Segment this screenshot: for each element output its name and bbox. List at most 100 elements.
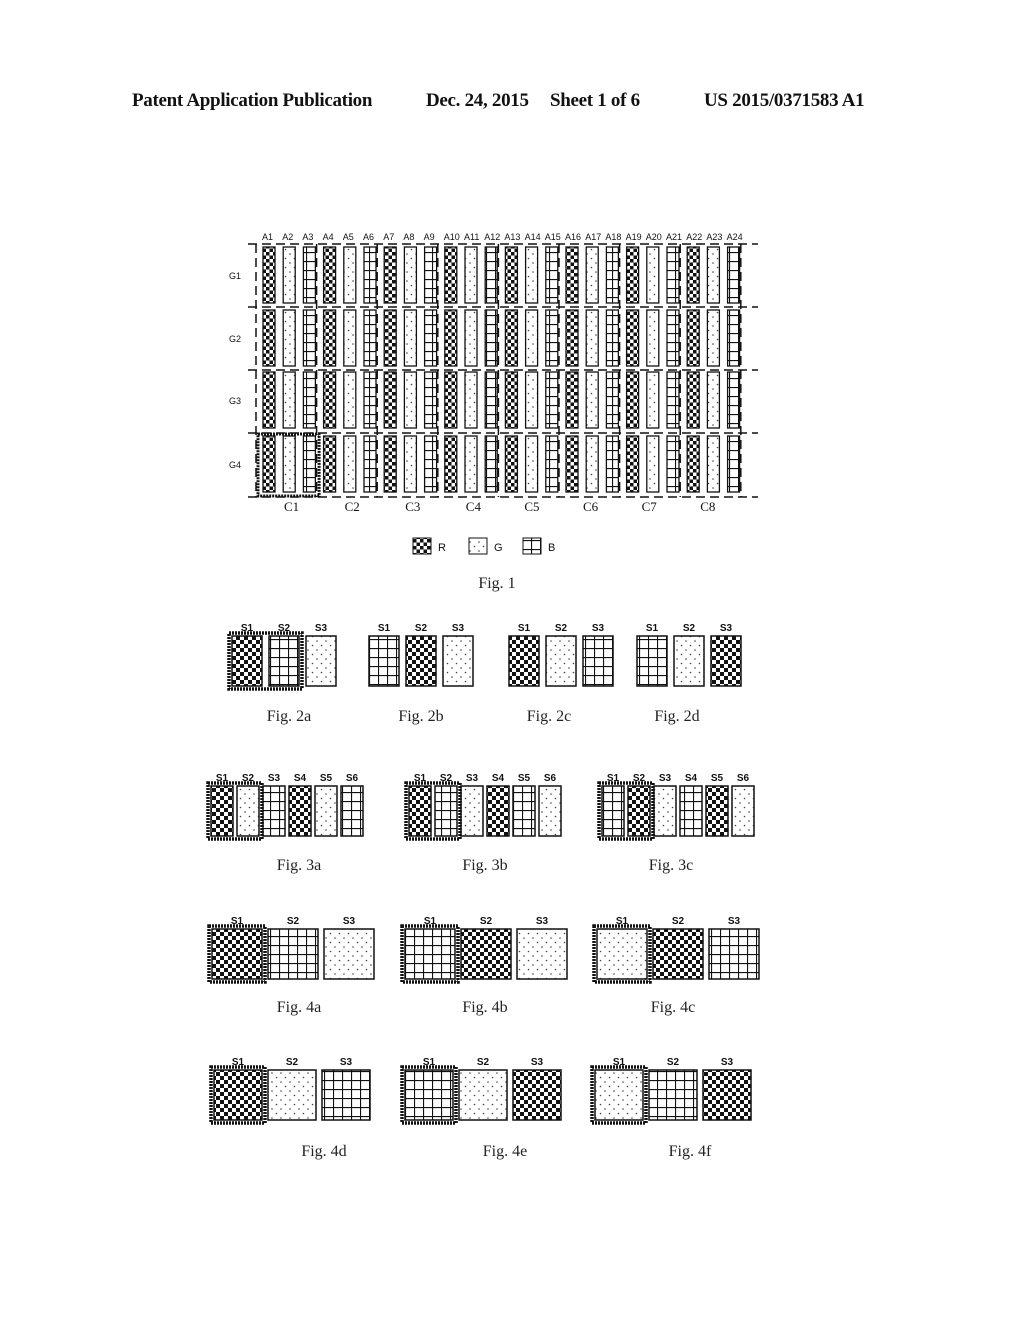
subpixel-blue — [268, 635, 300, 687]
legend-swatch-blue — [522, 537, 542, 555]
subpixel-blue — [434, 785, 458, 837]
subpixel-green — [545, 635, 577, 687]
figure-fig-2a: S1 S2 S3Fig. 2a — [227, 623, 337, 725]
subpixel-red — [288, 785, 312, 837]
subpixel-red — [383, 371, 397, 429]
subpixel-green — [343, 371, 357, 429]
subpixel-red — [702, 1069, 752, 1121]
subpixel-label: S3 — [466, 773, 479, 784]
subpixel-red — [322, 309, 337, 367]
figure-caption: Fig. 4c — [651, 999, 695, 1016]
subpixel-green — [464, 246, 478, 304]
subpixel-green — [305, 635, 337, 687]
legend-label: G — [494, 542, 503, 554]
subpixel-red — [686, 309, 700, 367]
figures-2-to-4: S1 S2 S3Fig. 2aS1 S2 S3Fig. 2bS1 S2 S3Fig. 2cS… — [206, 623, 760, 1160]
figure-caption: Fig. 4b — [462, 999, 507, 1016]
group-label: C7 — [642, 499, 658, 514]
subpixel-blue — [302, 309, 317, 367]
subpixel-blue — [545, 371, 559, 429]
figure-caption: Fig. 4a — [277, 999, 321, 1016]
subpixel-blue — [368, 635, 400, 687]
subpixel-label: S1 — [518, 623, 531, 634]
subpixel-label: S3 — [728, 916, 741, 927]
subpixel-blue — [545, 309, 559, 367]
subpixel-blue — [484, 371, 498, 429]
subpixel-green — [596, 928, 648, 980]
subpixel-blue — [423, 309, 438, 367]
subpixel-label: S1 — [646, 623, 659, 634]
subpixel-green — [646, 435, 660, 493]
subpixel-red — [504, 309, 519, 367]
subpixel-red — [383, 435, 397, 493]
subpixel-green — [524, 309, 539, 367]
subpixel-label: S3 — [268, 773, 281, 784]
subpixel-red — [405, 635, 437, 687]
figure-fig-4b: S1 S2 S3Fig. 4b — [400, 916, 568, 1016]
subpixel-blue — [423, 246, 438, 304]
subpixel-blue — [726, 309, 741, 367]
subpixel-green — [524, 371, 539, 429]
figure-caption: Fig. 2b — [398, 708, 443, 725]
subpixel-blue — [605, 309, 620, 367]
subpixel-blue — [545, 246, 559, 304]
subpixel-blue — [262, 785, 286, 837]
column-label: A12 — [484, 232, 500, 242]
subpixel-red — [565, 246, 579, 304]
subpixel-green — [282, 309, 296, 367]
subpixel-label: S2 — [555, 623, 568, 634]
subpixel-red — [262, 309, 276, 367]
figure-caption: Fig. 2d — [654, 708, 699, 725]
subpixel-blue — [726, 246, 741, 304]
subpixel-red — [322, 371, 337, 429]
subpixel-label: S3 — [720, 623, 733, 634]
subpixel-green — [653, 785, 677, 837]
column-label: A13 — [504, 232, 520, 242]
subpixel-red — [486, 785, 510, 837]
subpixel-red — [444, 309, 458, 367]
legend-swatch-red — [412, 537, 432, 555]
subpixel-green — [282, 246, 296, 304]
subpixel-green — [585, 371, 599, 429]
subpixel-green — [706, 371, 721, 429]
row-label: G4 — [229, 460, 241, 470]
figure-fig-2c: S1 S2 S3 Fig. 2c — [508, 623, 614, 725]
subpixel-red — [504, 435, 519, 493]
figure-fig-2b: S1 S2 S3 Fig. 2b — [368, 623, 474, 725]
column-label: A14 — [525, 232, 541, 242]
subpixel-red — [686, 435, 700, 493]
subpixel-green — [673, 635, 705, 687]
subpixel-blue — [484, 435, 498, 493]
column-label: A1 — [262, 232, 273, 242]
subpixel-red — [625, 371, 640, 429]
subpixel-blue — [302, 371, 317, 429]
figure-caption: Fig. 4d — [301, 1143, 346, 1160]
subpixel-label: S5 — [711, 773, 724, 784]
row-label: G3 — [229, 396, 241, 406]
column-label: A20 — [646, 232, 662, 242]
subpixel-red — [444, 435, 458, 493]
row-label: G1 — [229, 271, 241, 281]
subpixel-blue — [666, 371, 680, 429]
subpixel-green — [464, 435, 478, 493]
subpixel-blue — [363, 435, 377, 493]
subpixel-label: S3 — [452, 623, 465, 634]
group-label: C8 — [700, 499, 715, 514]
column-label: A22 — [686, 232, 702, 242]
subpixel-green — [403, 246, 418, 304]
subpixel-label: S2 — [480, 916, 493, 927]
column-label: A16 — [565, 232, 581, 242]
subpixel-label: S3 — [536, 916, 549, 927]
legend-label: B — [548, 542, 555, 554]
subpixel-red — [625, 246, 640, 304]
subpixel-green — [403, 309, 418, 367]
subpixel-red — [625, 309, 640, 367]
subpixel-green — [236, 785, 260, 837]
subpixel-green — [585, 246, 599, 304]
subpixel-label: S3 — [592, 623, 605, 634]
group-label: C3 — [405, 499, 420, 514]
subpixel-red — [625, 435, 640, 493]
column-label: A4 — [323, 232, 334, 242]
column-label: A3 — [302, 232, 313, 242]
subpixel-green — [538, 785, 562, 837]
